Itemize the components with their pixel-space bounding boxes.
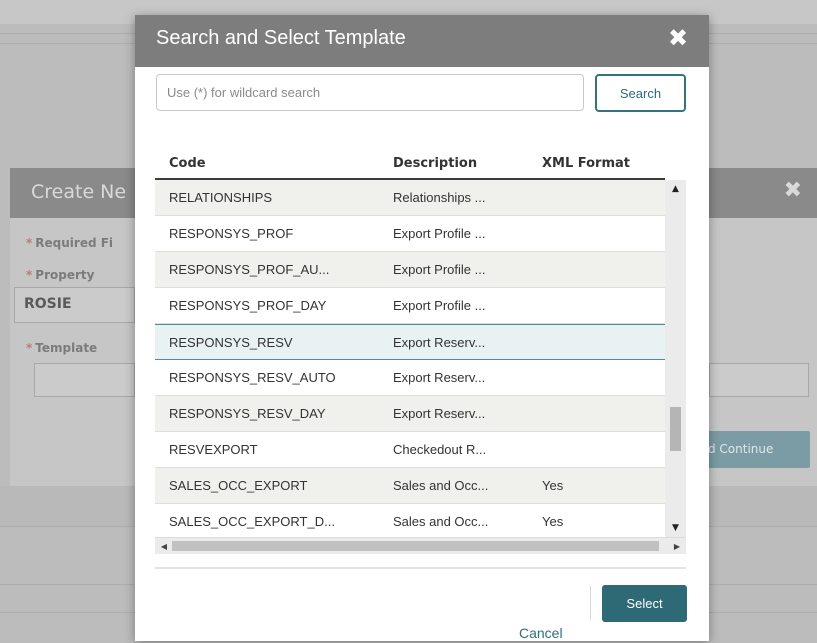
- table-header: Code Description XML Format: [155, 150, 665, 180]
- search-input[interactable]: [156, 74, 584, 111]
- xml-format-cell: Yes: [542, 514, 564, 529]
- scroll-left-arrow-icon[interactable]: ◀: [157, 538, 171, 555]
- description-cell: Sales and Occ...: [393, 514, 489, 529]
- description-cell: Checkedout R...: [393, 442, 487, 457]
- template-label: * Template: [26, 341, 98, 355]
- table-row[interactable]: RELATIONSHIPS Relationships ...: [155, 180, 665, 216]
- column-header-xml-format[interactable]: XML Format: [542, 156, 630, 171]
- save-and-continue-button: d Continue: [704, 431, 810, 468]
- description-cell: Export Reserv...: [393, 370, 486, 385]
- horizontal-scroll-thumb[interactable]: [172, 541, 659, 551]
- required-fields-note: * Required Fi: [26, 236, 114, 250]
- code-cell: SALES_OCC_EXPORT_D...: [169, 514, 335, 529]
- scroll-right-arrow-icon[interactable]: ▶: [670, 538, 684, 555]
- template-field: [34, 363, 135, 397]
- code-cell: RESPONSYS_RESV: [169, 335, 293, 350]
- description-cell: Export Reserv...: [393, 406, 486, 421]
- xml-format-cell: Yes: [542, 478, 564, 493]
- vertical-scroll-thumb[interactable]: [670, 407, 681, 451]
- select-button[interactable]: Select: [602, 585, 687, 622]
- footer-divider: [155, 567, 686, 569]
- horizontal-scrollbar[interactable]: ◀ ▶: [155, 537, 686, 554]
- scroll-down-arrow-icon[interactable]: ▼: [665, 520, 686, 536]
- template-field-right: [709, 363, 809, 397]
- code-cell: SALES_OCC_EXPORT: [169, 478, 308, 493]
- code-cell: RESPONSYS_PROF_AU...: [169, 262, 330, 277]
- scroll-up-arrow-icon[interactable]: ▲: [665, 181, 686, 197]
- table-row[interactable]: RESVEXPORT Checkedout R...: [155, 432, 665, 468]
- background-dialog-title: Create Ne: [31, 181, 127, 203]
- property-value: ROSIE: [24, 296, 72, 312]
- table-row[interactable]: RESPONSYS_PROF_DAY Export Profile ...: [155, 288, 665, 324]
- code-cell: RESVEXPORT: [169, 442, 258, 457]
- search-select-template-dialog: Search and Select Template ✖ Search Code…: [135, 15, 709, 641]
- table-row[interactable]: RESPONSYS_RESV Export Reserv...: [155, 324, 665, 360]
- table-row[interactable]: RESPONSYS_RESV_AUTO Export Reserv...: [155, 360, 665, 396]
- code-cell: RESPONSYS_RESV_AUTO: [169, 370, 336, 385]
- code-cell: RESPONSYS_RESV_DAY: [169, 406, 326, 421]
- table-row[interactable]: SALES_OCC_EXPORT_D... Sales and Occ... Yes: [155, 504, 665, 537]
- table-row[interactable]: RESPONSYS_RESV_DAY Export Reserv...: [155, 396, 665, 432]
- close-icon: ✖: [783, 178, 802, 203]
- description-cell: Export Profile ...: [393, 262, 486, 277]
- cancel-link[interactable]: Cancel: [519, 625, 563, 641]
- code-cell: RELATIONSHIPS: [169, 190, 273, 205]
- table-row[interactable]: RESPONSYS_PROF Export Profile ...: [155, 216, 665, 252]
- code-cell: RESPONSYS_PROF: [169, 226, 294, 241]
- description-cell: Relationships ...: [393, 190, 486, 205]
- search-button[interactable]: Search: [595, 74, 686, 112]
- description-cell: Export Reserv...: [393, 335, 486, 350]
- description-cell: Export Profile ...: [393, 298, 486, 313]
- dialog-title: Search and Select Template: [156, 27, 406, 49]
- column-header-description[interactable]: Description: [393, 156, 477, 171]
- property-label: * Property: [26, 268, 95, 282]
- description-cell: Export Profile ...: [393, 226, 486, 241]
- table-row[interactable]: SALES_OCC_EXPORT Sales and Occ... Yes: [155, 468, 665, 504]
- table-row[interactable]: RESPONSYS_PROF_AU... Export Profile ...: [155, 252, 665, 288]
- footer-separator: [590, 586, 591, 620]
- vertical-scrollbar[interactable]: ▲ ▼: [665, 180, 686, 537]
- dialog-header: Search and Select Template ✖: [135, 15, 709, 67]
- template-table-body: RELATIONSHIPS Relationships ... RESPONSYS_…: [155, 180, 665, 537]
- close-icon[interactable]: ✖: [665, 25, 691, 51]
- code-cell: RESPONSYS_PROF_DAY: [169, 298, 327, 313]
- column-header-code[interactable]: Code: [169, 156, 206, 171]
- description-cell: Sales and Occ...: [393, 478, 489, 493]
